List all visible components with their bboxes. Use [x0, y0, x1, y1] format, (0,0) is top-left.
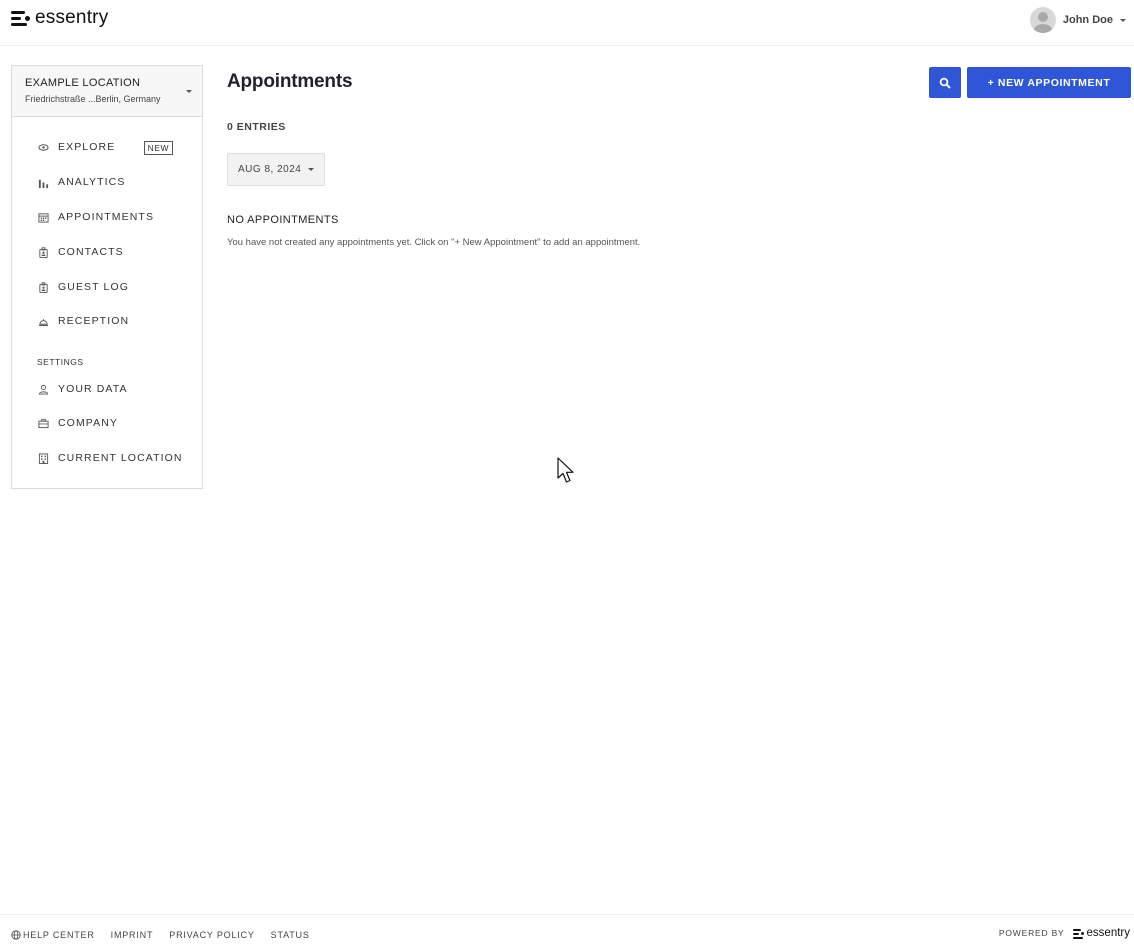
bar-chart-icon	[37, 176, 49, 188]
location-selector[interactable]: EXAMPLE LOCATION Friedrichstraße ...Berl…	[12, 66, 202, 117]
entries-count: 0 ENTRIES	[227, 121, 286, 133]
sidebar-item-label: GUEST LOG	[58, 281, 129, 293]
sidebar-item-guest-log[interactable]: GUEST LOG	[12, 272, 202, 302]
briefcase-icon	[37, 417, 49, 429]
location-address: Friedrichstraße ...Berlin, Germany	[25, 94, 161, 104]
avatar	[1029, 7, 1056, 33]
sidebar: EXAMPLE LOCATION Friedrichstraße ...Berl…	[11, 65, 203, 489]
sidebar-item-current-location[interactable]: CURRENT LOCATION	[12, 443, 202, 473]
empty-state-title: NO APPOINTMENTS	[227, 214, 339, 226]
help-center-link[interactable]: HELP CENTER	[11, 930, 95, 940]
essentry-logo-icon	[1072, 928, 1085, 939]
user-menu[interactable]: John Doe	[1029, 7, 1126, 33]
user-name: John Doe	[1062, 14, 1113, 26]
settings-section-label: SETTINGS	[37, 357, 84, 367]
footer-brand-name: essentry	[1086, 927, 1130, 939]
sidebar-item-company[interactable]: COMPANY	[12, 408, 202, 438]
imprint-link[interactable]: IMPRINT	[111, 930, 154, 940]
calendar-icon	[37, 211, 49, 223]
date-value: AUG 8, 2024	[238, 164, 302, 175]
badge-icon	[37, 281, 49, 293]
search-icon	[939, 77, 951, 89]
sidebar-item-label: EXPLORE	[58, 141, 116, 153]
globe-icon	[11, 930, 21, 940]
reception-bell-icon	[37, 315, 49, 327]
brand-logo[interactable]: essentry	[11, 7, 109, 28]
page-title: Appointments	[227, 71, 353, 92]
location-name: EXAMPLE LOCATION	[25, 77, 141, 89]
empty-state-text: You have not created any appointments ye…	[227, 237, 641, 248]
sidebar-item-label: COMPANY	[58, 417, 119, 429]
status-link[interactable]: STATUS	[271, 930, 310, 940]
search-button[interactable]	[929, 67, 961, 98]
help-center-label: HELP CENTER	[23, 930, 95, 940]
chevron-down-icon	[1120, 18, 1126, 22]
sidebar-item-explore[interactable]: EXPLORE NEW	[12, 132, 202, 162]
sidebar-item-label: YOUR DATA	[58, 383, 128, 395]
sidebar-item-label: RECEPTION	[58, 315, 130, 327]
brand-name: essentry	[35, 7, 109, 28]
new-appointment-button[interactable]: + NEW APPOINTMENT	[967, 67, 1131, 98]
sidebar-item-contacts[interactable]: CONTACTS	[12, 237, 202, 267]
sidebar-item-your-data[interactable]: YOUR DATA	[12, 374, 202, 404]
footer: HELP CENTER IMPRINT PRIVACY POLICY STATU…	[0, 914, 1134, 950]
footer-brand-logo[interactable]: essentry	[1072, 927, 1130, 939]
mouse-pointer-icon	[557, 457, 574, 483]
sidebar-item-analytics[interactable]: ANALYTICS	[12, 167, 202, 197]
date-picker[interactable]: AUG 8, 2024	[227, 153, 325, 186]
powered-by: POWERED BY essentry	[999, 927, 1130, 939]
sidebar-item-label: APPOINTMENTS	[58, 211, 155, 223]
sidebar-item-appointments[interactable]: APPOINTMENTS	[12, 202, 202, 232]
footer-links: HELP CENTER IMPRINT PRIVACY POLICY STATU…	[11, 930, 326, 940]
sidebar-item-reception[interactable]: RECEPTION	[12, 306, 202, 336]
eye-icon	[37, 141, 49, 153]
person-icon	[37, 383, 49, 395]
new-badge: NEW	[143, 141, 173, 155]
top-header: essentry John Doe	[0, 0, 1134, 46]
powered-by-label: POWERED BY	[998, 928, 1065, 938]
sidebar-item-label: CONTACTS	[58, 246, 124, 258]
privacy-policy-link[interactable]: PRIVACY POLICY	[169, 930, 254, 940]
sidebar-item-label: ANALYTICS	[58, 176, 126, 188]
chevron-down-icon	[308, 168, 315, 171]
chevron-down-icon	[186, 90, 192, 93]
sidebar-item-label: CURRENT LOCATION	[58, 452, 183, 464]
building-icon	[37, 452, 49, 464]
essentry-logo-icon	[11, 9, 31, 27]
badge-icon	[37, 246, 49, 258]
